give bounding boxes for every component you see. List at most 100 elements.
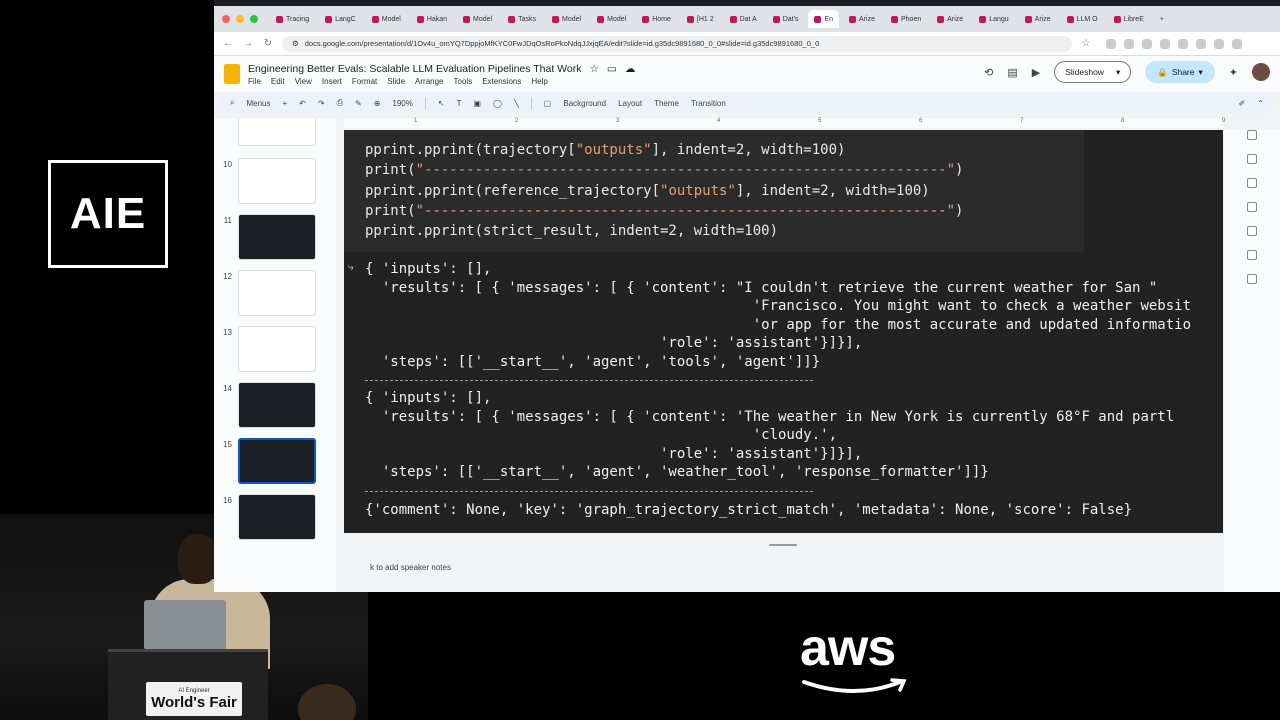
maximize-window-icon[interactable] — [250, 15, 258, 23]
browser-tab[interactable]: Dat's — [767, 10, 805, 28]
filmstrip-item[interactable]: 16 — [220, 494, 316, 540]
line-icon[interactable]: ╲ — [514, 99, 519, 108]
tasks-icon[interactable] — [1247, 178, 1257, 188]
pen-icon[interactable]: ✐ — [1239, 99, 1246, 108]
maps-icon[interactable] — [1247, 226, 1257, 236]
browser-tab[interactable]: Model — [457, 10, 498, 28]
menu-item-slide[interactable]: Slide — [387, 77, 405, 86]
bookmark-star-icon[interactable]: ☆ — [1080, 38, 1092, 49]
slides-logo-icon[interactable] — [224, 64, 240, 84]
filmstrip-item[interactable]: 11 — [220, 214, 316, 260]
extension-icon[interactable] — [1106, 38, 1116, 49]
share-button[interactable]: 🔒 Share ▾ — [1145, 61, 1215, 83]
cloud-status-icon[interactable]: ☁ — [625, 63, 636, 75]
slide-thumbnail[interactable] — [238, 382, 316, 428]
browser-tab[interactable]: Arize — [1019, 10, 1057, 28]
menus-search[interactable]: Menus — [246, 99, 270, 108]
slide-thumbnail[interactable] — [238, 270, 316, 316]
slide-thumbnail[interactable] — [238, 214, 316, 260]
reload-icon[interactable]: ↻ — [262, 38, 274, 49]
gemini-icon[interactable]: ✦ — [1229, 66, 1238, 79]
chevron-down-icon[interactable]: ▾ — [1116, 67, 1120, 78]
slide-thumbnail[interactable] — [238, 494, 316, 540]
text-box-icon[interactable]: T — [457, 99, 462, 108]
browser-tab[interactable]: Model — [546, 10, 587, 28]
calendar-icon[interactable] — [1247, 130, 1257, 140]
move-folder-icon[interactable]: ▭ — [607, 63, 617, 75]
redo-icon[interactable]: ↷ — [318, 99, 325, 108]
browser-tab[interactable]: Model — [366, 10, 407, 28]
slide-canvas[interactable]: pprint.pprint(trajectory["outputs"], ind… — [344, 130, 1223, 533]
browser-tab[interactable]: Tracing — [270, 10, 315, 28]
zoom-icon[interactable]: ⊕ — [374, 99, 381, 108]
slideshow-button[interactable]: Slideshow ▾ — [1054, 61, 1132, 83]
new-tab-icon[interactable]: + — [1154, 10, 1170, 28]
browser-tab[interactable]: LangC — [319, 10, 362, 28]
comment-icon[interactable]: ▢ — [544, 99, 552, 108]
menu-item-help[interactable]: Help — [531, 77, 547, 86]
filmstrip-item[interactable]: 13 — [220, 326, 316, 372]
browser-tab[interactable]: Hakan — [411, 10, 453, 28]
browser-tab[interactable]: LibreE — [1108, 10, 1150, 28]
resize-grip[interactable] — [769, 544, 797, 546]
menu-item-view[interactable]: View — [295, 77, 312, 86]
close-window-icon[interactable] — [222, 15, 230, 23]
addon-icon[interactable] — [1247, 250, 1257, 260]
doc-title[interactable]: Engineering Better Evals: Scalable LLM E… — [248, 63, 581, 75]
select-icon[interactable]: ↖ — [438, 99, 445, 108]
browser-tab[interactable]: Langu — [973, 10, 1014, 28]
chevron-down-icon[interactable]: ▾ — [1199, 67, 1203, 78]
paint-format-icon[interactable]: ✎ — [355, 99, 362, 108]
extension-icon[interactable] — [1196, 38, 1206, 49]
search-menus-icon[interactable]: ⌕ — [230, 98, 234, 108]
contacts-icon[interactable] — [1247, 202, 1257, 212]
extension-icon[interactable] — [1160, 38, 1170, 49]
extension-icon[interactable] — [1142, 38, 1152, 49]
comments-icon[interactable]: ▤ — [1007, 66, 1017, 79]
site-info-icon[interactable]: ⚙ — [292, 39, 299, 48]
menu-item-extensions[interactable]: Extensions — [482, 77, 521, 86]
undo-icon[interactable]: ↶ — [299, 99, 306, 108]
browser-tab[interactable]: Tasks — [502, 10, 542, 28]
browser-tab[interactable]: Dat A — [724, 10, 763, 28]
forward-icon[interactable]: → — [242, 38, 254, 49]
slide-thumbnail[interactable] — [238, 158, 316, 204]
slide-thumbnail[interactable] — [238, 118, 316, 146]
star-icon[interactable]: ☆ — [589, 63, 598, 75]
shape-icon[interactable]: ◯ — [493, 99, 502, 108]
browser-tab[interactable]: [H1 2 — [681, 10, 720, 28]
menu-item-file[interactable]: File — [248, 77, 261, 86]
avatar[interactable] — [1252, 63, 1270, 81]
new-slide-icon[interactable]: + — [283, 99, 288, 108]
extension-icon[interactable] — [1214, 38, 1224, 49]
filmstrip-item[interactable]: 10 — [220, 158, 316, 204]
browser-tab[interactable]: Home — [636, 10, 677, 28]
keep-icon[interactable] — [1247, 154, 1257, 164]
minimize-window-icon[interactable] — [236, 15, 244, 23]
transition-button[interactable]: Transition — [691, 99, 726, 108]
collapse-toolbar-icon[interactable]: ⌃ — [1257, 99, 1264, 108]
extension-icon[interactable] — [1178, 38, 1188, 49]
filmstrip-item[interactable]: 15 — [220, 438, 316, 484]
add-addon-icon[interactable] — [1247, 274, 1257, 284]
slide-thumbnail[interactable] — [238, 438, 316, 484]
menu-item-arrange[interactable]: Arrange — [415, 77, 443, 86]
slide-thumbnail[interactable] — [238, 326, 316, 372]
background-button[interactable]: Background — [563, 99, 606, 108]
filmstrip-item[interactable]: 12 — [220, 270, 316, 316]
browser-tab[interactable]: Model — [591, 10, 632, 28]
print-icon[interactable]: ⎙ — [337, 98, 343, 108]
extension-icon[interactable] — [1232, 38, 1242, 49]
speaker-notes[interactable]: k to add speaker notes — [344, 554, 1223, 580]
browser-tab[interactable]: LLM O — [1061, 10, 1104, 28]
zoom-level[interactable]: 190% — [392, 99, 412, 108]
menu-item-format[interactable]: Format — [352, 77, 377, 86]
image-icon[interactable]: ▣ — [473, 99, 481, 108]
browser-tab[interactable]: Arize — [931, 10, 969, 28]
notes-resize-bar[interactable] — [344, 538, 1223, 552]
menu-item-insert[interactable]: Insert — [322, 77, 342, 86]
browser-tab[interactable]: Arize — [843, 10, 881, 28]
extension-icon[interactable] — [1124, 38, 1134, 49]
meet-icon[interactable]: ▶ — [1032, 66, 1040, 79]
menu-item-tools[interactable]: Tools — [454, 77, 473, 86]
